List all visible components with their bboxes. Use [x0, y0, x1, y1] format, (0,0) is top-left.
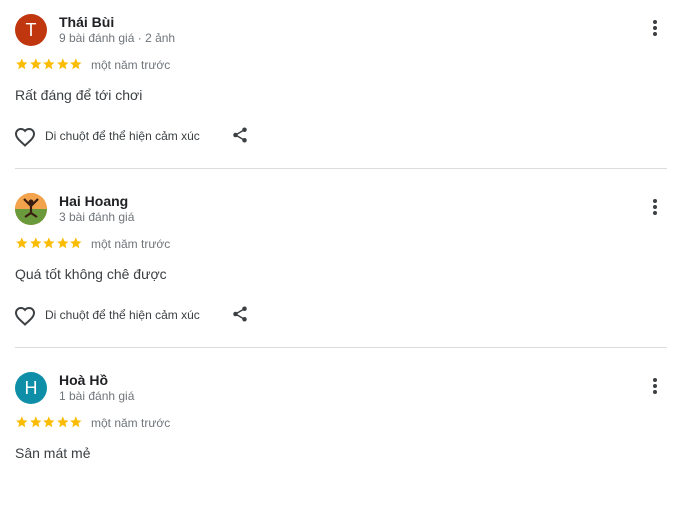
- reviewer-meta: 3 bài đánh giá: [59, 210, 135, 224]
- review-text: Rất đáng để tới chơi: [15, 87, 143, 103]
- star-icon: [29, 58, 42, 70]
- reviewer-meta: 1 bài đánh giá: [59, 389, 135, 403]
- more-options-button[interactable]: [647, 378, 663, 398]
- star-icon: [56, 58, 69, 70]
- star-icon: [29, 416, 42, 428]
- divider: [15, 347, 667, 348]
- divider: [15, 168, 667, 169]
- star-icon: [70, 416, 82, 428]
- react-button[interactable]: Di chuột để thể hiện cảm xúc: [13, 303, 200, 327]
- review-card: H Hoà Hồ 1 bài đánh giá một năm trước Sâ…: [0, 358, 688, 528]
- reviewer-name[interactable]: Hai Hoang: [59, 193, 128, 209]
- star-icon: [56, 416, 69, 428]
- star-rating: [15, 415, 83, 429]
- star-rating: [15, 57, 83, 71]
- more-options-button[interactable]: [647, 20, 663, 40]
- star-icon: [16, 416, 28, 428]
- star-icon: [29, 237, 42, 249]
- react-label: Di chuột để thể hiện cảm xúc: [45, 308, 200, 322]
- star-icon: [43, 416, 55, 428]
- star-icon: [56, 237, 69, 249]
- star-icon: [70, 58, 82, 70]
- heart-icon: [14, 306, 36, 326]
- star-icon: [16, 58, 28, 70]
- review-card: T Thái Bùi 9 bài đánh giá · 2 ảnh một nă…: [0, 0, 688, 170]
- reviewer-name[interactable]: Hoà Hồ: [59, 372, 108, 388]
- review-text: Sân mát mẻ: [15, 445, 91, 461]
- avatar[interactable]: T: [15, 14, 47, 46]
- reviewer-meta: 9 bài đánh giá · 2 ảnh: [59, 31, 176, 45]
- star-icon: [43, 237, 55, 249]
- heart-icon: [14, 127, 36, 147]
- review-text: Quá tốt không chê được: [15, 266, 167, 282]
- star-icon: [43, 58, 55, 70]
- reviewer-name[interactable]: Thái Bùi: [59, 14, 114, 30]
- star-icon: [70, 237, 82, 249]
- more-options-button[interactable]: [647, 199, 663, 219]
- star-icon: [16, 237, 28, 249]
- react-label: Di chuột để thể hiện cảm xúc: [45, 129, 200, 143]
- react-button[interactable]: Di chuột để thể hiện cảm xúc: [13, 124, 200, 148]
- review-date: một năm trước: [91, 237, 171, 251]
- avatar[interactable]: [15, 193, 47, 225]
- review-date: một năm trước: [91, 58, 171, 72]
- yoga-silhouette-icon: [15, 193, 47, 225]
- share-icon[interactable]: [231, 305, 249, 323]
- star-rating: [15, 236, 83, 250]
- review-card: Hai Hoang 3 bài đánh giá một năm trước Q…: [0, 179, 688, 349]
- share-icon[interactable]: [231, 126, 249, 144]
- review-date: một năm trước: [91, 416, 171, 430]
- avatar[interactable]: H: [15, 372, 47, 404]
